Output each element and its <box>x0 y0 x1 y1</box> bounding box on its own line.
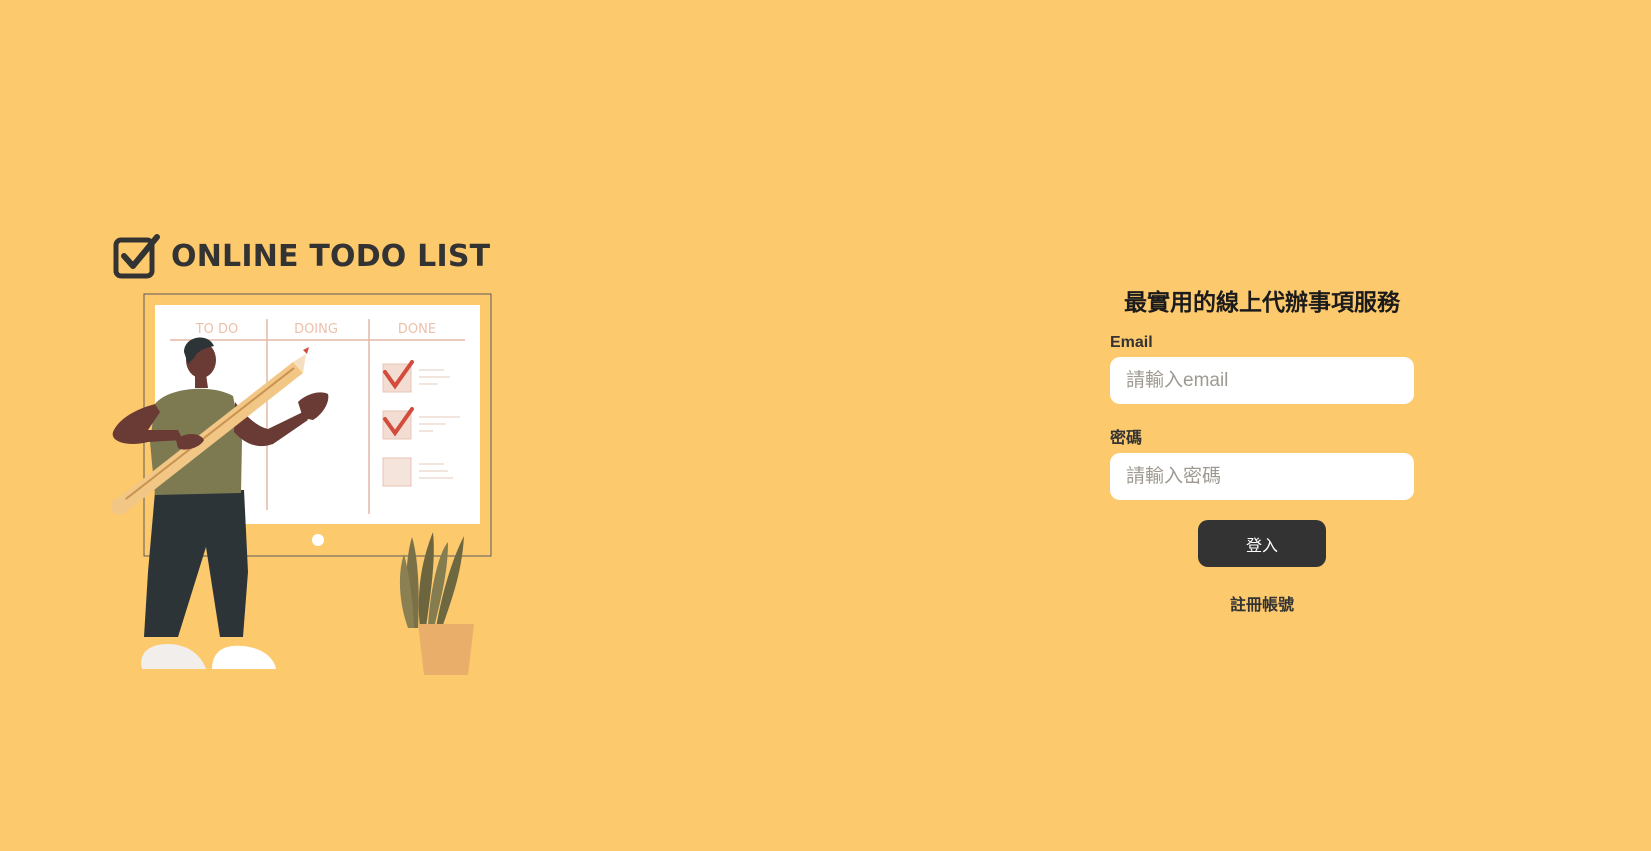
board-column-done: DONE <box>398 322 436 337</box>
email-label: Email <box>1110 334 1153 351</box>
board-column-doing: DOING <box>294 322 338 337</box>
checkbox-icon <box>113 234 160 279</box>
brand-logo: ONLINE TODO LIST <box>113 232 490 280</box>
register-link[interactable]: 註冊帳號 <box>1230 591 1294 615</box>
monitor-button <box>312 534 324 546</box>
brand-name: ONLINE TODO LIST <box>171 238 491 274</box>
login-form: 最實用的線上代辦事項服務 Email 密碼 登入 註冊帳號 <box>1110 280 1414 615</box>
password-label: 密碼 <box>1110 430 1143 447</box>
password-field[interactable] <box>1110 453 1414 500</box>
login-title: 最實用的線上代辦事項服務 <box>1124 289 1400 315</box>
email-field[interactable] <box>1110 357 1414 404</box>
plant <box>399 532 474 675</box>
todo-board-illustration: TO DO DOING DONE <box>111 293 492 675</box>
board-column-todo: TO DO <box>195 322 239 337</box>
login-button[interactable]: 登入 <box>1198 520 1326 567</box>
